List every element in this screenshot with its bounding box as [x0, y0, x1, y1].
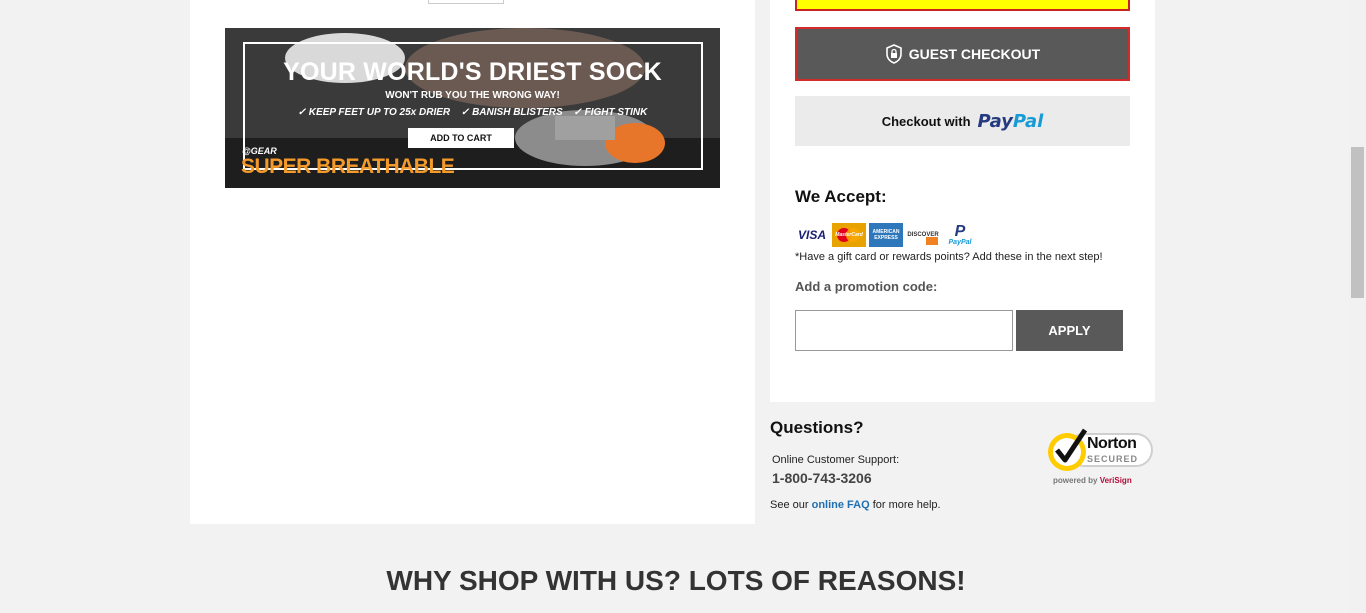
primary-checkout-button[interactable]: [795, 0, 1130, 11]
amex-icon: AMERICAN EXPRESS: [869, 223, 903, 247]
reasons-heading: WHY SHOP WITH US? LOTS OF REASONS!: [386, 565, 966, 596]
banner-subline: WON'T RUB YOU THE WRONG WAY!: [385, 90, 560, 101]
banner-headline: YOUR WORLD'S DRIEST SOCK: [283, 58, 662, 86]
apply-promo-button[interactable]: APPLY: [1016, 310, 1123, 351]
page-scrollbar-thumb[interactable]: [1351, 147, 1364, 298]
guest-checkout-button[interactable]: GUEST CHECKOUT: [795, 27, 1130, 81]
banner-feature: ✓ KEEP FEET UP TO 25x DRIER: [297, 107, 451, 118]
norton-powered-by: powered by VeriSign: [1053, 476, 1132, 485]
norton-name: Norton: [1087, 435, 1137, 452]
paypal-checkout-label: Checkout with: [881, 113, 971, 129]
mastercard-icon: MasterCard: [832, 223, 866, 247]
support-phone[interactable]: 1-800-743-3206: [772, 470, 872, 486]
we-accept-heading: We Accept:: [795, 187, 887, 206]
guest-checkout-label: GUEST CHECKOUT: [908, 46, 1041, 62]
norton-check-icon: [1048, 428, 1088, 471]
page-scrollbar-track[interactable]: [1349, 0, 1366, 613]
banner-feature: ✓ BANISH BLISTERS: [460, 107, 563, 118]
paypal-checkout-button[interactable]: Checkout with PayPal: [795, 96, 1130, 146]
norton-secured-seal[interactable]: Norton SECURED powered by VeriSign: [1045, 426, 1160, 488]
visa-icon: VISA: [797, 228, 826, 242]
discover-icon: DISCOVER: [906, 223, 940, 247]
paypal-icon: P PayPal: [948, 222, 972, 246]
lock-icon: [885, 44, 903, 64]
support-label: Online Customer Support:: [772, 454, 900, 466]
promo-code-input[interactable]: [795, 310, 1013, 351]
sock-promo-banner[interactable]: YOUR WORLD'S DRIEST SOCK WON'T RUB YOU T…: [225, 28, 720, 188]
banner-tagline: SUPER BREATHABLE: [241, 155, 455, 178]
promo-code-label: Add a promotion code:: [795, 279, 938, 294]
gift-card-note: *Have a gift card or rewards points? Add…: [795, 251, 1103, 263]
accepted-cards: VISA MasterCard AMERICAN EXPRESS DISCOVE…: [795, 222, 980, 248]
questions-heading: Questions?: [770, 418, 864, 437]
faq-line: See our online FAQ for more help.: [770, 499, 941, 511]
banner-features: ✓ KEEP FEET UP TO 25x DRIER ✓ BANISH BLI…: [225, 107, 720, 118]
norton-secured-text: SECURED: [1087, 454, 1139, 464]
banner-feature: ✓ FIGHT STINK: [573, 107, 648, 118]
banner-add-to-cart-button[interactable]: ADD TO CART: [408, 128, 514, 148]
paypal-logo: PayPal: [977, 110, 1044, 132]
online-faq-link[interactable]: online FAQ: [812, 499, 870, 511]
quantity-field-edge[interactable]: [428, 0, 504, 4]
